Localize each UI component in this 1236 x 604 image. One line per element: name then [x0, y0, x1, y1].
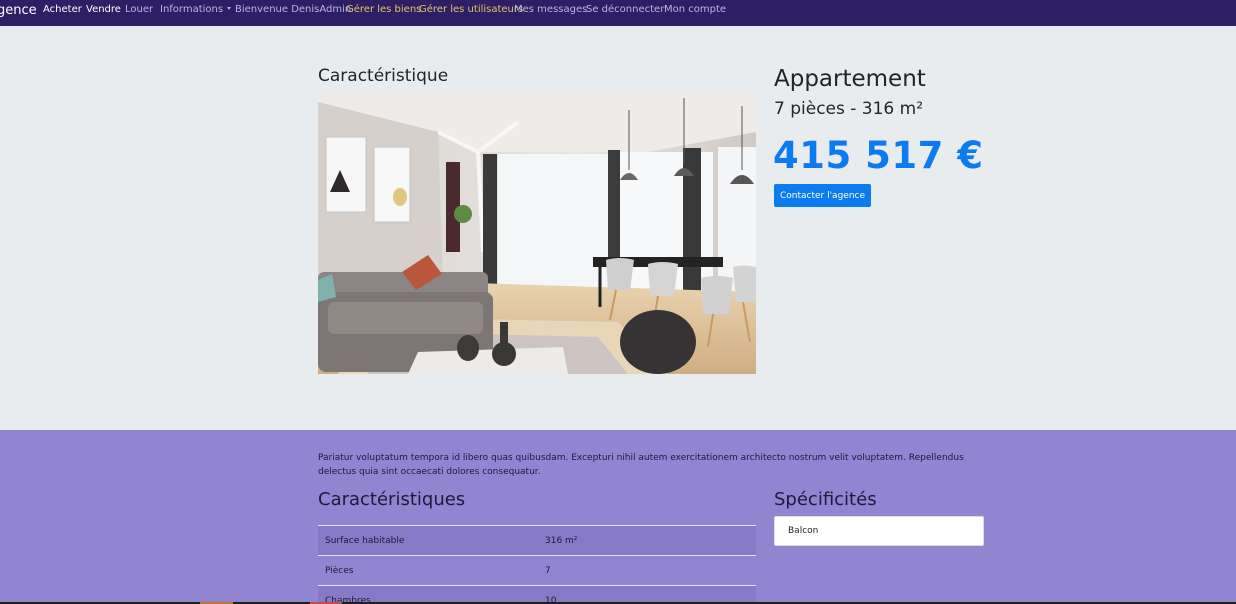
caret-down-icon [227, 7, 232, 10]
specificities-list: Balcon [774, 516, 984, 546]
list-item: Balcon [774, 516, 984, 546]
nav-welcome-user[interactable]: Bienvenue DenisAdmin [235, 4, 351, 16]
nav-logout[interactable]: Se déconnecter [586, 4, 664, 16]
nav-louer[interactable]: Louer [125, 4, 153, 16]
property-photo [318, 92, 756, 374]
section-title: Caractéristique [318, 66, 449, 86]
top-navbar: gence Acheter Vendre Louer Informations … [0, 0, 1236, 26]
property-summary: 7 pièces - 316 m² [774, 99, 924, 119]
nav-acheter[interactable]: Acheter [43, 4, 82, 16]
characteristic-value: 316 m² [537, 525, 756, 556]
nav-my-account[interactable]: Mon compte [664, 4, 726, 16]
brand-logo[interactable]: gence [0, 3, 37, 18]
nav-my-messages[interactable]: Mes messages [514, 4, 587, 16]
nav-informations-label: Informations [160, 4, 224, 15]
nav-informations-dropdown[interactable]: Informations [160, 4, 232, 16]
table-row: Pièces 7 [318, 555, 756, 586]
characteristic-value: 7 [537, 555, 756, 586]
characteristic-label: Surface habitable [318, 525, 537, 556]
nav-manage-properties[interactable]: Gérer les biens [346, 4, 421, 16]
nav-vendre[interactable]: Vendre [86, 4, 121, 16]
property-description: Pariatur voluptatum tempora id libero qu… [318, 453, 964, 477]
property-type-heading: Appartement [774, 66, 926, 92]
property-price: 415 517 € [773, 134, 984, 177]
characteristics-table: Surface habitable 316 m² Pièces 7 Chambr… [318, 525, 756, 604]
characteristic-label: Pièces [318, 555, 537, 586]
specificities-title: Spécificités [774, 489, 877, 510]
details-section: Pariatur voluptatum tempora id libero qu… [0, 430, 1236, 604]
table-row: Surface habitable 316 m² [318, 525, 756, 556]
contact-agency-button[interactable]: Contacter l'agence [774, 184, 871, 207]
nav-manage-users[interactable]: Gérer les utilisateurs [419, 4, 523, 16]
characteristics-title: Caractéristiques [318, 489, 466, 510]
